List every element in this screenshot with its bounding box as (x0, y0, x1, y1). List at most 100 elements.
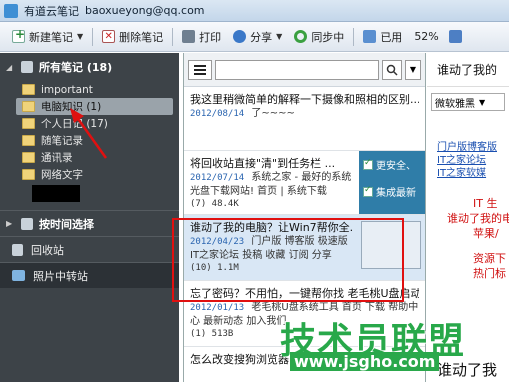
thumb-text: 更安全、 (376, 161, 416, 172)
used-percent: 52% (414, 30, 439, 43)
notebook-sidebar: ◢ 所有笔记 (18) important 电脑知识 (1) 个人日记 (17)… (0, 53, 179, 382)
expand-triangle-icon[interactable]: ▶ (6, 219, 15, 228)
editor-red-text: 资源下 (473, 252, 506, 265)
sidebar-item-web-text[interactable]: 网络文字 (0, 166, 179, 183)
folder-icon (22, 84, 35, 95)
account-email: baoxueyong@qq.com (85, 4, 205, 17)
toolbar: + 新建笔记 ▼ ✕ 删除笔记 打印 分享 ▼ 同步中 已用 52% (0, 22, 509, 52)
trash-label: 回收站 (31, 243, 64, 257)
editor-link[interactable]: 门户版博客版 (427, 141, 509, 154)
note-date: 2012/07/14 (190, 173, 245, 183)
sidebar-item-label: 个人日记 (17) (41, 118, 108, 130)
list-item[interactable]: 我这里稍微简单的解释一下摄像和照相的区别... 2012/08/14 了~~~~ (184, 87, 425, 151)
list-menu-button[interactable] (188, 59, 212, 80)
print-button[interactable]: 打印 (176, 26, 227, 48)
photo-icon (12, 270, 25, 281)
storage-icon (363, 30, 377, 43)
new-note-dropdown-icon[interactable]: ▼ (77, 32, 83, 41)
toolbar-divider (92, 27, 94, 46)
folder-icon (22, 101, 35, 112)
trash-icon (12, 243, 23, 256)
sidebar-item-label: 电脑知识 (1) (41, 101, 102, 113)
search-button[interactable] (382, 59, 402, 80)
share-label: 分享 (250, 30, 273, 44)
sync-label: 同步中 (311, 30, 345, 44)
sidebar-item-label: 通讯录 (41, 152, 73, 164)
note-snippet: 2012/08/14 了~~~~ (190, 107, 419, 121)
note-meta: (7) 48.4K (190, 199, 239, 209)
sidebar-item-computer-knowledge[interactable]: 电脑知识 (1) (16, 98, 173, 115)
calendar-icon (21, 217, 33, 230)
editor-red-text: IT 生 (473, 197, 498, 210)
search-dropdown-icon[interactable]: ▼ (405, 59, 421, 80)
window-title: 有道云笔记 (24, 4, 79, 18)
sidebar-item-label: 随笔记录 (41, 135, 83, 147)
sidebar-item-label: important (41, 83, 93, 96)
title-bar: 有道云笔记 baoxueyong@qq.com (0, 0, 509, 22)
editor-red-text: 苹果/ (473, 227, 499, 240)
storage-bar-icon (448, 30, 462, 43)
used-label: 已用 (380, 30, 403, 44)
delete-note-label: 删除笔记 (119, 30, 164, 44)
redacted-block (32, 185, 80, 202)
search-input[interactable] (215, 59, 379, 80)
photo-transfer-label: 照片中转站 (33, 269, 88, 283)
all-notes-label: 所有笔记 (18) (39, 61, 113, 74)
annotation-highlight-box (172, 218, 404, 302)
new-note-icon: + (12, 27, 25, 43)
list-toolbar: ▼ (184, 53, 425, 87)
collapse-triangle-icon[interactable]: ◢ (6, 63, 15, 72)
list-item[interactable]: 将回收站直接"清"到任务栏 ... 2012/07/14 系统之家 - 最好的系… (184, 151, 425, 215)
thumb-text: 集成最新 (376, 188, 416, 199)
toolbar-divider (353, 27, 355, 46)
share-button[interactable]: 分享 ▼ (227, 26, 288, 48)
sidebar-item-contacts[interactable]: 通讯录 (0, 149, 179, 166)
sidebar-photo-transfer[interactable]: 照片中转站 (0, 262, 179, 288)
new-note-label: 新建笔记 (29, 30, 73, 44)
by-time-label: 按时间选择 (39, 217, 94, 231)
new-note-button[interactable]: + 新建笔记 ▼ (6, 26, 89, 48)
note-snippet: 2012/07/14 系统之家 - 最好的系统光盘下载网站! 首页 | 系统下载 (190, 171, 353, 199)
search-icon (386, 64, 398, 76)
delete-note-button[interactable]: ✕ 删除笔记 (96, 26, 169, 48)
folder-icon (22, 135, 35, 146)
font-select-value: 微软雅黑 (435, 98, 475, 110)
folder-icon (22, 152, 35, 163)
all-notes-header[interactable]: ◢ 所有笔记 (18) (0, 53, 179, 81)
notebook-icon (21, 61, 33, 73)
note-title: 将回收站直接"清"到任务栏 ... (190, 157, 336, 170)
watermark-url: www.jsgho.com (290, 352, 440, 371)
sidebar-item-important[interactable]: important (0, 81, 179, 98)
note-title: 我这里稍微简单的解释一下摄像和照相的区别... (190, 93, 419, 106)
sidebar-item-label: 网络文字 (41, 169, 83, 181)
printer-icon (182, 30, 196, 43)
folder-icon (22, 118, 35, 129)
editor-red-text: 热门标 (473, 267, 506, 280)
checkbox-icon (363, 185, 373, 197)
editor-link[interactable]: IT之家论坛 (427, 154, 509, 167)
editor-link[interactable]: IT之家软媒 (427, 167, 509, 180)
folder-icon (22, 169, 35, 180)
app-logo-icon (4, 3, 18, 18)
editor-title[interactable]: 谁动了我的 (427, 53, 509, 87)
delete-icon: ✕ (102, 30, 116, 43)
sidebar-item-jottings[interactable]: 随笔记录 (0, 132, 179, 149)
sidebar-item-diary[interactable]: 个人日记 (17) (0, 115, 179, 132)
sync-button[interactable]: 同步中 (288, 26, 350, 48)
share-icon (233, 30, 247, 43)
editor-red-text: 谁动了我的电脑 (447, 212, 509, 225)
share-dropdown-icon[interactable]: ▼ (276, 32, 282, 41)
note-thumbnail: 更安全、 集成最新 (359, 151, 425, 214)
note-date: 2012/01/13 (190, 303, 245, 313)
chevron-down-icon: ▼ (479, 97, 486, 107)
sidebar-by-time[interactable]: ▶ 按时间选择 (0, 210, 179, 236)
thumb-item: 集成最新 (359, 178, 425, 205)
toolbar-divider (172, 27, 174, 46)
sync-icon (294, 30, 308, 43)
thumb-item: 更安全、 (359, 151, 425, 178)
note-snippet-text: 了~~~~ (251, 108, 295, 119)
font-select[interactable]: 微软雅黑 ▼ (431, 93, 505, 111)
checkbox-icon (363, 158, 373, 170)
sidebar-trash[interactable]: 回收站 (0, 236, 179, 262)
note-date: 2012/08/14 (190, 109, 245, 119)
